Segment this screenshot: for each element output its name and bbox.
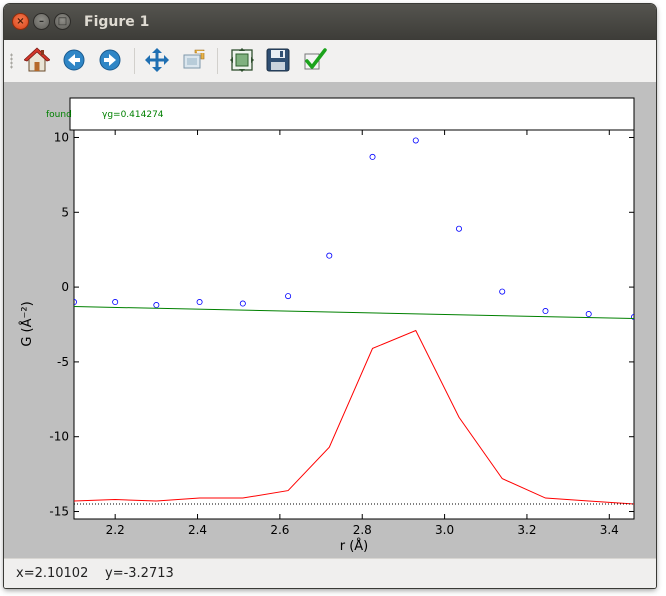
close-icon: × bbox=[16, 16, 25, 27]
back-arrow-icon bbox=[63, 49, 85, 71]
forward-arrow-icon bbox=[99, 49, 121, 71]
x-tick-label: 3.0 bbox=[435, 523, 454, 537]
forward-button[interactable] bbox=[95, 45, 125, 75]
save-floppy-icon bbox=[266, 48, 290, 72]
configure-subplots-button[interactable] bbox=[227, 45, 257, 75]
y-axis-label: G (Å⁻²) bbox=[19, 301, 35, 346]
pan-move-icon bbox=[145, 48, 169, 72]
cursor-y-readout: y=-3.2713 bbox=[105, 566, 174, 581]
save-button[interactable] bbox=[263, 45, 293, 75]
maximize-icon: □ bbox=[57, 16, 68, 27]
window-title: Figure 1 bbox=[84, 14, 150, 30]
x-tick-label: 3.4 bbox=[600, 523, 619, 537]
x-tick-label: 2.8 bbox=[353, 523, 372, 537]
checkmark-icon bbox=[304, 48, 327, 70]
x-tick-label: 2.6 bbox=[270, 523, 289, 537]
toolbar-separator bbox=[217, 48, 218, 74]
x-axis-label: r (Å) bbox=[340, 538, 369, 554]
y-tick-label: 10 bbox=[54, 130, 69, 144]
x-tick-label: 3.2 bbox=[517, 523, 536, 537]
legend-series-label: found bbox=[46, 110, 72, 120]
back-button[interactable] bbox=[59, 45, 89, 75]
zoom-rect-icon bbox=[183, 49, 205, 69]
minimize-icon: – bbox=[39, 16, 44, 27]
x-tick-label: 2.2 bbox=[106, 523, 125, 537]
title-bar: × – □ Figure 1 bbox=[4, 4, 656, 40]
home-icon bbox=[24, 47, 50, 72]
y-tick-label: -15 bbox=[49, 505, 69, 519]
minimize-window-button[interactable]: – bbox=[33, 13, 50, 30]
zoom-button[interactable] bbox=[179, 45, 209, 75]
close-window-button[interactable]: × bbox=[12, 13, 29, 30]
home-button[interactable] bbox=[22, 45, 52, 75]
maximize-window-button[interactable]: □ bbox=[54, 13, 71, 30]
toolbar-separator bbox=[134, 48, 135, 74]
pan-button[interactable] bbox=[142, 45, 172, 75]
y-tick-label: 0 bbox=[61, 280, 69, 294]
plot-svg: found γg=0.414274 2.2 2.4 2.6 2.8 3.0 3.2 3.4 1… bbox=[4, 82, 656, 558]
figure-window: × – □ Figure 1 found γg=0.414274 2.2 2.4… bbox=[4, 4, 656, 588]
status-bar: x=2.10102 y=-3.2713 bbox=[4, 558, 656, 588]
edit-parameters-button[interactable] bbox=[300, 45, 330, 75]
toolbar-grip[interactable] bbox=[10, 53, 13, 69]
x-tick-label: 2.4 bbox=[188, 523, 207, 537]
y-tick-label: -10 bbox=[49, 430, 69, 444]
y-tick-label: -5 bbox=[57, 355, 69, 369]
navigation-toolbar bbox=[4, 40, 656, 83]
y-tick-label: 5 bbox=[61, 205, 69, 219]
configure-subplots-icon bbox=[230, 48, 254, 72]
cursor-x-readout: x=2.10102 bbox=[16, 566, 89, 581]
axes-frame bbox=[73, 129, 635, 520]
figure-canvas[interactable]: found γg=0.414274 2.2 2.4 2.6 2.8 3.0 3.2 3.4 1… bbox=[4, 82, 656, 558]
legend-gamma-label: γg=0.414274 bbox=[102, 110, 164, 120]
